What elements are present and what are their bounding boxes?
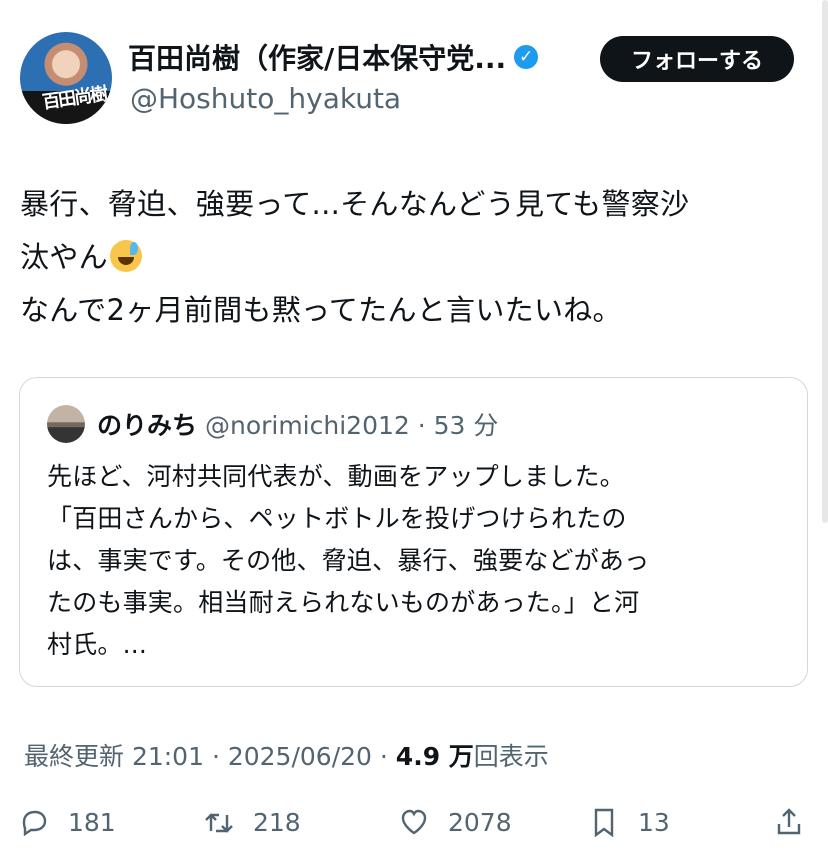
- reply-button[interactable]: 181: [18, 806, 116, 838]
- bookmark-button[interactable]: 13: [588, 806, 670, 838]
- post-line-2-text: 汰やん: [20, 240, 108, 274]
- grinning-face-with-sweat-icon: [109, 240, 142, 272]
- like-button[interactable]: 2078: [398, 806, 512, 838]
- author-handle[interactable]: @Hoshuto_hyakuta: [130, 82, 401, 115]
- repost-icon: [205, 813, 233, 833]
- post-line-2: 汰やん: [20, 231, 800, 284]
- quoted-author-name[interactable]: のりみち: [97, 411, 197, 440]
- quoted-author-handle[interactable]: @norimichi2012: [205, 411, 410, 440]
- quoted-line-3: は、事実です。その他、脅迫、暴行、強要などがあっ: [47, 546, 650, 575]
- quoted-post-time[interactable]: 53 分: [434, 411, 499, 440]
- share-button[interactable]: [773, 806, 823, 838]
- bookmark-icon: [594, 808, 614, 838]
- metadata-separator: ·: [379, 742, 388, 771]
- avatar-text: 百田尚樹: [41, 83, 108, 114]
- post-actions: 181 218 2078 13: [18, 806, 808, 852]
- post-line-3: なんで2ヶ月前間も黙ってたんと言いたいね。: [20, 293, 622, 327]
- quoted-line-1: 先ほど、河村共同代表が、動画をアップしました。: [47, 462, 625, 491]
- quoted-post-card[interactable]: のりみち @norimichi2012 · 53 分 先ほど、河村共同代表が、動…: [19, 377, 808, 687]
- follow-button[interactable]: フォローする: [600, 36, 794, 82]
- quoted-line-4: たのも事実。相当耐えられないものがあった。」と河: [47, 588, 640, 617]
- author-avatar[interactable]: 百田尚樹: [20, 32, 112, 124]
- like-count: 2078: [448, 807, 512, 837]
- share-icon: [777, 808, 801, 835]
- reply-count: 181: [68, 807, 116, 837]
- author-name-row[interactable]: 百田尚樹（作家/日本保守党... ✓: [128, 37, 568, 77]
- last-updated[interactable]: 最終更新 21:01 · 2025/06/20: [24, 742, 372, 771]
- post-line-1: 暴行、脅迫、強要って...そんなんどう見ても警察沙: [20, 187, 690, 221]
- quoted-avatar[interactable]: [47, 405, 85, 443]
- quoted-post-text: 先ほど、河村共同代表が、動画をアップしました。 「百田さんから、ペットボトルを投…: [47, 456, 797, 666]
- author-display-name[interactable]: 百田尚樹（作家/日本保守党...: [128, 37, 506, 77]
- bookmark-count: 13: [638, 807, 670, 837]
- heart-icon: [401, 809, 427, 835]
- scrollbar[interactable]: [822, 0, 828, 523]
- reply-icon: [22, 810, 47, 837]
- post-metadata: 最終更新 21:01 · 2025/06/20 · 4.9 万回表示: [24, 737, 549, 773]
- quoted-time-separator: ·: [417, 411, 426, 440]
- quoted-line-2: 「百田さんから、ペットボトルを投げつけられたの: [47, 504, 627, 533]
- repost-button[interactable]: 218: [203, 806, 301, 838]
- quoted-post-header[interactable]: のりみち @norimichi2012 · 53 分: [97, 406, 498, 442]
- repost-count: 218: [253, 807, 301, 837]
- quoted-line-5: 村氏。...: [47, 630, 148, 659]
- view-label: 回表示: [473, 742, 549, 771]
- verified-badge-icon: ✓: [514, 45, 539, 69]
- view-count: 4.9 万: [395, 742, 474, 771]
- post-text: 暴行、脅迫、強要って...そんなんどう見ても警察沙 汰やん なんで2ヶ月前間も黙…: [20, 178, 800, 337]
